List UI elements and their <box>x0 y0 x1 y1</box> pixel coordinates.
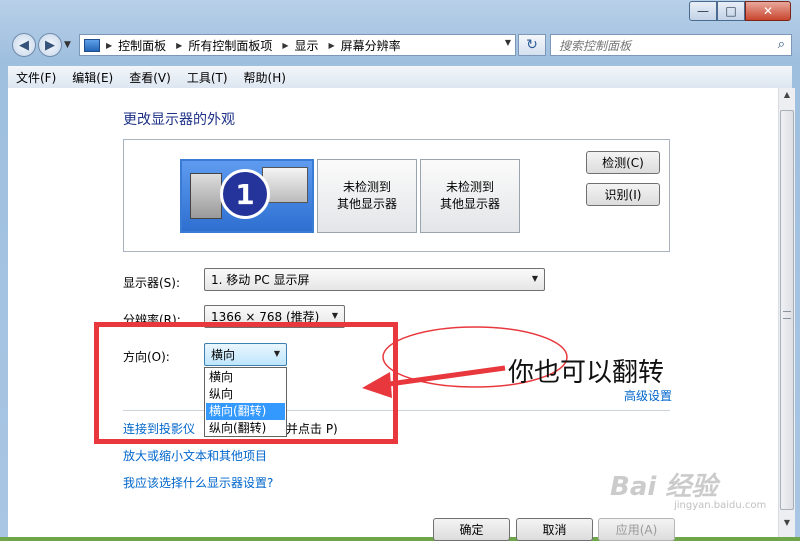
annotation-text: 你也可以翻转 <box>508 358 665 388</box>
watermark-url: jingyan.baidu.com <box>674 500 767 511</box>
watermark-logo: Bai 经验 <box>610 472 718 502</box>
annotation-overlay <box>362 326 568 398</box>
window: — □ ✕ ◀ ▶ ▼ ▶ 控制面板 ▶ 所有控制面板项 ▶ 显示 ▶ 屏幕分辨… <box>0 0 800 541</box>
annotation-arrow-head-icon <box>362 372 392 398</box>
annotation-arrow-shaft <box>381 365 506 388</box>
